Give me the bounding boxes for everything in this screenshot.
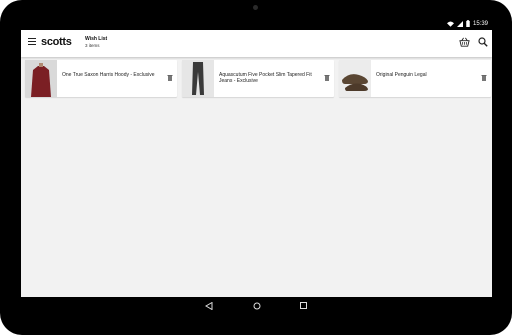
signal-icon: [456, 20, 463, 27]
back-icon[interactable]: [205, 302, 213, 310]
battery-icon: [466, 20, 470, 27]
wishlist-items: One True Saxon Harris Hoody - Exclusive …: [25, 60, 491, 112]
wifi-icon: [446, 21, 454, 27]
product-name[interactable]: Original Penguin Legal: [376, 72, 478, 78]
home-icon[interactable]: [253, 302, 261, 310]
delete-icon[interactable]: [167, 74, 173, 81]
basket-icon[interactable]: [459, 37, 470, 48]
wishlist-item[interactable]: Aquascutum Five Pocket Slim Tapered Fit …: [182, 60, 334, 97]
page-title: Wish List: [85, 36, 108, 42]
hamburger-menu-icon[interactable]: [28, 38, 36, 46]
product-name[interactable]: One True Saxon Harris Hoody - Exclusive: [62, 72, 164, 78]
front-camera: [253, 5, 258, 10]
delete-icon[interactable]: [481, 74, 487, 81]
status-bar: 15:39: [21, 18, 492, 30]
wishlist-item[interactable]: One True Saxon Harris Hoody - Exclusive: [25, 60, 177, 97]
recent-apps-icon[interactable]: [300, 302, 307, 309]
product-image[interactable]: [25, 60, 57, 97]
product-image[interactable]: [339, 60, 371, 97]
status-time: 15:39: [472, 20, 488, 27]
status-icons: 15:39: [446, 20, 488, 27]
product-image[interactable]: [182, 60, 214, 97]
brand-logo[interactable]: scotts: [41, 36, 72, 48]
delete-icon[interactable]: [324, 74, 330, 81]
search-icon[interactable]: [478, 37, 488, 47]
page-title-block: Wish List 3 items: [85, 36, 107, 48]
app-bar: scotts Wish List 3 items: [21, 30, 492, 57]
wishlist-item[interactable]: Original Penguin Legal: [339, 60, 491, 97]
item-count: 3 items: [85, 43, 100, 48]
product-name[interactable]: Aquascutum Five Pocket Slim Tapered Fit …: [219, 72, 321, 84]
screen: 15:39 scotts Wish List 3 items One True …: [21, 18, 492, 297]
